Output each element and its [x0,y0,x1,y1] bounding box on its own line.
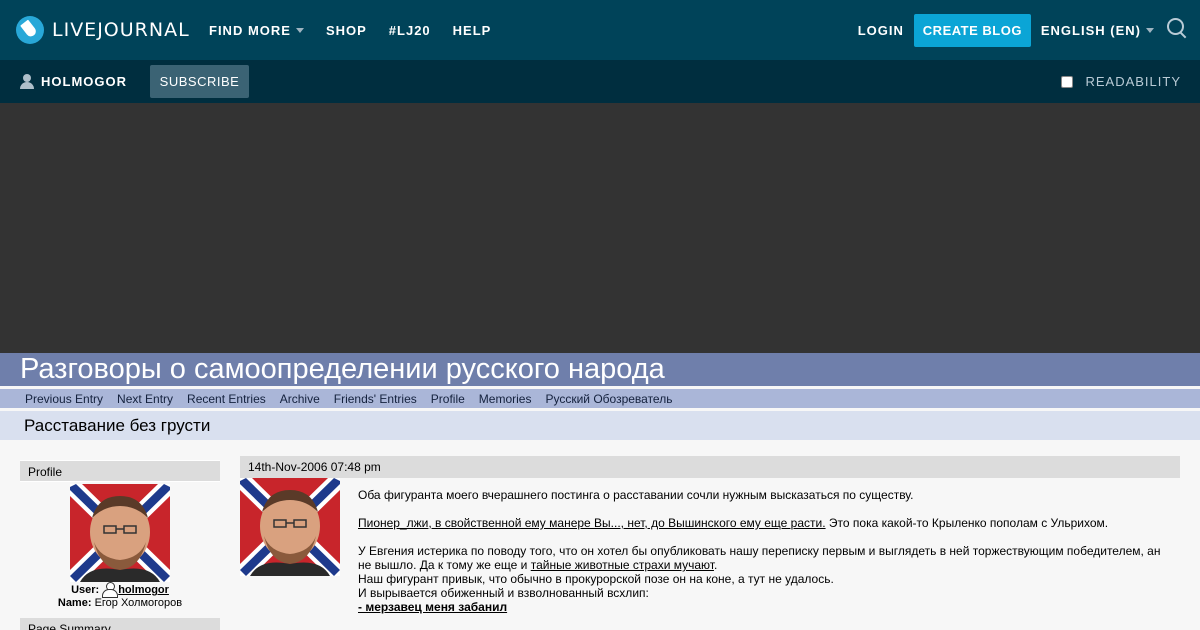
nav-lj20[interactable]: #LJ20 [389,23,431,38]
sidebar: Profile User: holmogor Name: Егор Холмог… [20,460,220,610]
journal-nav: Previous Entry Next Entry Recent Entries… [0,389,1200,408]
userpic-image [70,484,170,582]
page-summary-heading: Page Summary [20,618,220,630]
top-navbar: LIVEJOURNAL FIND MORE SHOP #LJ20 HELP LO… [0,0,1200,60]
logo-text: LIVEJOURNAL [52,19,190,41]
account-nav: LOGIN CREATE BLOG ENGLISH (EN) [858,0,1200,60]
livejournal-logo[interactable]: LIVEJOURNAL [16,15,190,45]
login-link[interactable]: LOGIN [858,23,904,38]
name-value: Егор Холмогоров [94,597,183,609]
entry-paragraph-3-line-2: не вышло. Да к тому же еще и тайные живо… [358,558,1178,572]
nav-memories[interactable]: Memories [479,392,532,406]
nav-friends-entries[interactable]: Friends' Entries [334,392,417,406]
entry-paragraph-2-text: Это пока какой-то Крыленко пополам с Уль… [825,516,1109,530]
nav-archive[interactable]: Archive [280,392,320,406]
user-icon [20,74,34,89]
subscribe-button[interactable]: SUBSCRIBE [150,65,249,98]
profile-user-line: User: holmogor [20,582,220,598]
journal-owner-name: HOLMOGOR [41,74,127,89]
language-selector[interactable]: ENGLISH (EN) [1041,23,1154,38]
nav-shop[interactable]: SHOP [326,23,367,38]
nav-find-more-label: FIND MORE [209,22,291,38]
entry-paragraph-3-line-5: - мерзавец меня забанил [358,600,1178,614]
main-nav: FIND MORE SHOP #LJ20 HELP [209,0,513,60]
nav-recent-entries[interactable]: Recent Entries [187,392,266,406]
entry-date: 14th-Nov-2006 07:48 pm [240,456,1180,478]
profile-userpic[interactable] [70,484,170,582]
livejournal-pencil-icon [16,16,44,44]
chevron-down-icon [1146,27,1154,33]
journal-title[interactable]: Разговоры о самоопределении русского нар… [20,353,665,386]
nav-profile[interactable]: Profile [431,392,465,406]
nav-find-more[interactable]: FIND MORE [209,23,304,38]
readability-label: READABILITY [1085,74,1181,89]
search-icon[interactable] [1166,17,1188,39]
user-icon[interactable] [102,582,119,598]
profile-user-link[interactable]: holmogor [118,584,169,597]
journal-title-bar: Разговоры о самоопределении русского нар… [0,353,1200,386]
entry-body: Оба фигуранта моего вчерашнего постинга … [358,488,1178,614]
ad-banner-area [0,103,1200,353]
entry-userpic[interactable] [240,478,340,576]
journal-owner-bar: HOLMOGOR SUBSCRIBE READABILITY [0,60,1200,103]
user-label: User: [71,584,100,596]
create-blog-button[interactable]: CREATE BLOG [913,13,1031,47]
readability-checkbox[interactable] [1061,75,1074,88]
readability-toggle[interactable]: READABILITY [1061,60,1181,103]
journal-owner[interactable]: HOLMOGOR [20,60,127,103]
entry-paragraph-3-line-4: И вырывается обиженный и взволнованный в… [358,586,649,600]
entry-paragraph-2: Пионер_лжи, в свойственной ему манере Вы… [358,516,1178,530]
name-label: Name: [57,597,92,609]
chevron-down-icon [295,27,304,33]
nav-previous-entry[interactable]: Previous Entry [25,392,103,406]
entry-line-2-pre: не вышло. Да к тому же еще и [358,558,531,572]
profile-name-line: Name: Егор Холмогоров [20,597,220,610]
nav-next-entry[interactable]: Next Entry [117,392,173,406]
entry-paragraph-3-line-3: Наш фигурант привык, что обычно в прокур… [358,572,834,586]
entry-paragraph-3-line-1: У Евгения истерика по поводу того, что о… [358,544,1161,558]
entry-title-bar: Расставание без грусти [0,411,1200,440]
profile-heading: Profile [20,460,220,482]
entry-title: Расставание без грусти [24,416,211,435]
entry-link-pioner-lzhi[interactable]: Пионер_лжи, в свойственной ему манере Вы… [358,516,826,530]
userpic-image [240,478,340,576]
entry-link-zabanil[interactable]: - мерзавец меня забанил [358,600,507,614]
entry-link-strakhi[interactable]: тайные животные страхи мучают [531,558,714,572]
entry-paragraph-1: Оба фигуранта моего вчерашнего постинга … [358,488,914,502]
nav-help[interactable]: HELP [453,23,492,38]
language-label: ENGLISH (EN) [1040,22,1141,38]
nav-russkiy-obozrevatel[interactable]: Русский Обозреватель [545,392,672,406]
entry-line-2-post: . [713,558,718,572]
